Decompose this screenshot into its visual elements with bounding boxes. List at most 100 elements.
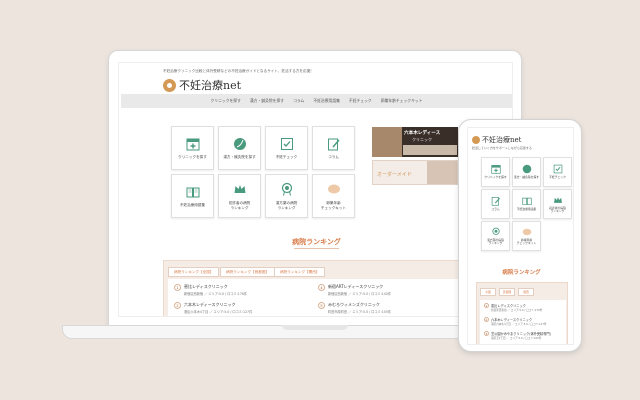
tile-clinic-search[interactable]: クリニックを探す — [171, 126, 214, 170]
herb-icon — [232, 136, 247, 151]
rank-number: 5 — [318, 302, 325, 309]
tab-ranking-national[interactable]: 全国 — [480, 288, 496, 296]
tab-ranking-capital[interactable]: 病院ランキング【首都圏】 — [220, 267, 276, 277]
banner-text: オーダーメイド — [377, 172, 412, 178]
banner-title: 六本木レディース — [404, 131, 441, 136]
tile-label: 不妊チェック — [275, 155, 298, 160]
clinic-address: 港区六本木4丁目 ／ エリア:5.0 / 口コミ:127件 — [184, 310, 253, 314]
laptop-notch — [282, 325, 348, 330]
nav-item-ovary-kit[interactable]: 卵巣年齢チェックキット — [381, 98, 423, 104]
phone-subtitle: 妊活していく方をサポートしながら応援する — [472, 146, 532, 150]
clinic-address: 町田市原町田 ／ エリア:5.0 / 口コミ:105件 — [328, 310, 392, 314]
ranking-panel: 病院ランキング【全国】 病院ランキング【首都圏】 病院ランキング【関西】 1 恵… — [163, 260, 468, 316]
tile-label: 不妊治療用語集 — [516, 207, 537, 212]
logo-text: 不妊治療net — [482, 136, 522, 144]
tile-label: 漢方薬の病院 ランキング — [487, 237, 504, 245]
tab-ranking-national[interactable]: 病院ランキング【全国】 — [168, 267, 220, 277]
ranking-item[interactable]: 3 芝公園かみやまクリニック(体外受精専門) 港区芝2丁目 ／ エリア:5.0 /… — [484, 331, 551, 340]
ordermade-photo — [427, 161, 457, 184]
tile-column[interactable]: コラム — [481, 189, 510, 219]
tile-glossary[interactable]: 不妊治療用語集 — [512, 189, 541, 219]
ranking-item[interactable]: 2 六本木レディースクリニック 港区六本木4丁目 ／ エリア:5.0 / 口コミ:… — [484, 317, 547, 326]
rank-number: 2 — [484, 317, 489, 322]
nav-item-glossary[interactable]: 不妊治療用語集 — [313, 98, 340, 104]
clinic-name: 恵比レディスクリニック — [184, 284, 228, 289]
kit-icon — [326, 182, 341, 197]
ranking-title: 病院ランキング — [292, 238, 341, 246]
site-logo[interactable]: 不妊治療net — [163, 77, 241, 93]
ranking-item[interactable]: 4 新宿ARTレディースクリニック新宿区西新宿 ／ エリア:5.0 / 口コミ:… — [318, 284, 391, 296]
phone-ranking-panel: 全国 首都圏 関西 1 恵比レディスクリニック 新宿区西新宿 ／ エリア:5.0 … — [476, 282, 568, 344]
tile-label: 不妊治療用語集 — [179, 203, 206, 208]
hospital-icon — [490, 164, 501, 174]
tile-kampo-search[interactable]: 漢方・鍼灸院を探す — [512, 157, 541, 187]
phone-screen: 不妊治療net 妊活していく方をサポートしながら応援する クリニックを探す 漢方… — [467, 127, 574, 345]
tile-label: コラム — [491, 207, 500, 212]
clinic-address: 新宿区西新宿 ／ エリア:5.0 / 口コミ:140件 — [328, 292, 392, 296]
nav-item-clinic-search[interactable]: クリニックを探す — [211, 98, 241, 104]
clinic-name: みむろウィメンズクリニック — [328, 302, 380, 307]
ranking-item[interactable]: 5 みむろウィメンズクリニック町田市原町田 ／ エリア:5.0 / 口コミ:10… — [318, 302, 391, 314]
tile-label: 漢方・鍼灸院を探す — [513, 175, 540, 180]
rank-number: 1 — [484, 303, 489, 308]
nav-item-infertility-check[interactable]: 不妊チェック — [349, 98, 372, 104]
clinic-banner[interactable]: 六本木レディース クリニック — [372, 127, 458, 157]
menu-tiles: クリニックを探す 漢方・鍼灸院を探す 不妊チェック コラム 不妊治療用語集 初診… — [171, 126, 355, 218]
hospital-icon — [185, 136, 200, 151]
book-icon — [185, 184, 200, 199]
tile-clinic-search[interactable]: クリニックを探す — [481, 157, 510, 187]
tile-label: クリニックを探す — [484, 175, 507, 180]
tile-infertility-check[interactable]: 不妊チェック — [543, 157, 572, 187]
tile-label: 卵巣年齢 チェックキット — [320, 200, 347, 210]
tile-ovary-kit[interactable]: 卵巣年齢 チェックキット — [512, 221, 541, 251]
pencil-icon — [326, 136, 341, 151]
ranking-item[interactable]: 2 六本木レディースクリニック 港区六本木4丁目 ／ エリア:5.0 / 口コミ:… — [174, 302, 252, 314]
tile-infertility-check[interactable]: 不妊チェック — [265, 126, 308, 170]
site-tagline: 不妊治療クリニック比較と体外受精などの不妊治療ガイドとなるサイト、妊活する方を応… — [163, 69, 314, 73]
tile-label: コラム — [328, 155, 339, 160]
checkbox-icon — [279, 136, 294, 151]
phone-site-logo[interactable]: 不妊治療net — [472, 135, 521, 145]
side-banners: 六本木レディース クリニック オーダーメイド — [372, 127, 458, 202]
clinic-interior-photo — [403, 145, 457, 155]
phone-ranking-title: 病院ランキング — [502, 270, 541, 276]
clinic-address: 港区六本木4丁目 ／ エリア:5.0 / 口コミ:127件 — [491, 323, 547, 326]
tile-hospital-ranking[interactable]: 初診者の病院 ランキング — [218, 174, 261, 218]
tab-ranking-capital[interactable]: 首都圏 — [499, 288, 515, 296]
logo-text: 不妊治療net — [179, 79, 242, 92]
pencil-icon — [491, 196, 501, 206]
tab-ranking-kansai[interactable]: 関西 — [518, 288, 534, 296]
ranking-underline — [294, 248, 339, 249]
tile-label: 漢方薬の病院 ランキング — [275, 200, 298, 210]
tab-ranking-kansai[interactable]: 病院ランキング【関西】 — [274, 267, 326, 277]
ordermade-banner[interactable]: オーダーメイド — [372, 160, 458, 185]
crown-icon — [553, 195, 563, 205]
ranking-item[interactable]: 1 恵比レディスクリニック 新宿区西新宿 ／ エリア:5.0 / 口コミ:176件 — [484, 303, 542, 312]
book-icon — [521, 196, 532, 206]
tile-kampo-ranking[interactable]: 漢方薬の病院 ランキング — [481, 221, 510, 251]
rank-number: 4 — [318, 284, 325, 291]
clinic-name: 新宿ARTレディースクリニック — [328, 284, 384, 289]
tile-kampo-ranking[interactable]: 漢方薬の病院 ランキング — [265, 174, 308, 218]
tile-label: 初診者の病院 ランキング — [228, 200, 251, 210]
ranking-item[interactable]: 1 恵比レディスクリニック新宿区西新宿 ／ エリア:5.0 / 口コミ:176件 — [174, 284, 247, 296]
nav-item-column[interactable]: コラム — [293, 98, 304, 104]
clinic-address: 港区芝2丁目 ／ エリア:5.0 / 口コミ:102件 — [491, 337, 542, 340]
tile-ovary-kit[interactable]: 卵巣年齢 チェックキット — [312, 174, 355, 218]
tile-column[interactable]: コラム — [312, 126, 355, 170]
clinic-address: 新宿区西新宿 ／ エリア:5.0 / 口コミ:176件 — [491, 309, 543, 312]
tile-hospital-ranking[interactable]: 初診者の病院 ランキング — [543, 189, 572, 219]
rank-number: 1 — [174, 284, 181, 291]
rank-number: 3 — [484, 331, 489, 336]
laptop-screen: 不妊治療クリニック比較と体外受精などの不妊治療ガイドとなるサイト、妊活する方を応… — [118, 62, 513, 317]
herb-icon — [522, 164, 532, 174]
tile-label: 初診者の病院 ランキング — [549, 205, 566, 213]
banner-subtitle: クリニック — [412, 137, 432, 142]
nav-item-kampo-search[interactable]: 漢方・鍼灸院を探す — [250, 98, 284, 104]
tile-kampo-search[interactable]: 漢方・鍼灸院を探す — [218, 126, 261, 170]
tile-glossary[interactable]: 不妊治療用語集 — [171, 174, 214, 218]
medal-icon — [491, 227, 501, 237]
phone-menu-tiles: クリニックを探す 漢方・鍼灸院を探す 不妊チェック コラム 不妊治療用語集 初診… — [481, 157, 572, 251]
clinic-address: 新宿区西新宿 ／ エリア:5.0 / 口コミ:176件 — [184, 292, 248, 296]
rank-number: 2 — [174, 302, 181, 309]
